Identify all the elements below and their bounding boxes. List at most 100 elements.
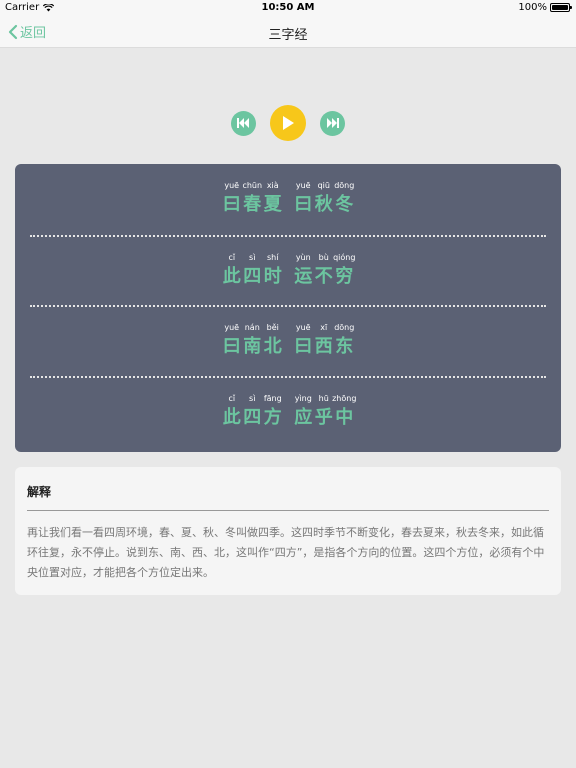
explanation-text: 再让我们看一看四周环境，春、夏、秋、冬叫做四季。这四时季节不断变化，春去夏来，秋… <box>27 526 545 579</box>
phrase-gap <box>283 322 293 360</box>
character: hū 乎 <box>314 393 335 431</box>
hanzi: 冬 <box>335 194 354 216</box>
pinyin: nán <box>244 323 260 333</box>
poem-line: cǐ 此 sì 四 fāng 方 yìng 应 hū 乎 zhōng 中 <box>30 375 546 447</box>
hanzi: 乎 <box>314 406 333 428</box>
hanzi: 秋 <box>314 194 333 216</box>
pinyin: xī <box>320 323 328 333</box>
pinyin: yuē <box>224 323 240 333</box>
previous-button[interactable] <box>231 110 256 136</box>
pinyin: běi <box>266 323 279 333</box>
play-icon <box>283 116 294 130</box>
explanation-title: 解释 <box>27 483 549 511</box>
hanzi: 四 <box>243 406 262 428</box>
pinyin: zhōng <box>332 393 357 403</box>
pinyin: sì <box>249 393 256 403</box>
pinyin: dōng <box>334 181 355 191</box>
phrase-gap <box>283 252 293 290</box>
hanzi: 此 <box>222 406 241 428</box>
hanzi: 此 <box>222 265 241 287</box>
character: yuē 曰 <box>293 322 314 360</box>
character: běi 北 <box>263 322 284 360</box>
character: chūn 春 <box>242 180 263 218</box>
pinyin: qióng <box>333 252 356 262</box>
character: yuē 曰 <box>222 180 243 218</box>
explanation-card: 解释 再让我们看一看四周环境，春、夏、秋、冬叫做四季。这四时季节不断变化，春去夏… <box>15 467 561 595</box>
pinyin: sì <box>249 252 256 262</box>
hanzi: 曰 <box>222 336 241 358</box>
pinyin: qiū <box>317 181 330 191</box>
next-button[interactable] <box>320 110 345 136</box>
hanzi: 南 <box>243 336 262 358</box>
hanzi: 不 <box>314 265 333 287</box>
hanzi: 西 <box>314 336 333 358</box>
hanzi: 曰 <box>294 194 313 216</box>
hanzi: 四 <box>243 265 262 287</box>
pinyin: yùn <box>295 252 311 262</box>
character: fāng 方 <box>263 393 284 431</box>
character: xià 夏 <box>263 180 284 218</box>
battery-icon <box>550 3 572 12</box>
battery-percent: 100% <box>518 2 547 13</box>
rewind-icon <box>237 118 249 128</box>
character: nán 南 <box>242 322 263 360</box>
status-bar: Carrier 10:50 AM 100% <box>0 0 576 16</box>
pinyin: fāng <box>263 393 282 403</box>
fast-forward-icon <box>327 118 339 128</box>
hanzi: 运 <box>294 265 313 287</box>
hanzi: 中 <box>335 406 354 428</box>
poem-line-chars: cǐ 此 sì 四 fāng 方 yìng 应 hū 乎 zhōng 中 <box>222 393 357 431</box>
hanzi: 时 <box>263 265 282 287</box>
character: yìng 应 <box>293 393 314 431</box>
pinyin: dōng <box>334 323 355 333</box>
status-time: 10:50 AM <box>261 2 315 13</box>
character: xī 西 <box>314 322 335 360</box>
pinyin: shí <box>267 252 279 262</box>
poem-line: yuē 曰 chūn 春 xià 夏 yuē 曰 qiū 秋 dōng 冬 <box>30 164 546 235</box>
hanzi: 曰 <box>222 194 241 216</box>
hanzi: 曰 <box>294 336 313 358</box>
play-button[interactable] <box>270 105 306 141</box>
pinyin: yuē <box>295 323 311 333</box>
hanzi: 春 <box>243 194 262 216</box>
character: yùn 运 <box>293 252 314 290</box>
pinyin: bù <box>318 252 329 262</box>
pinyin: yuē <box>224 181 240 191</box>
character: yuē 曰 <box>293 180 314 218</box>
character: cǐ 此 <box>222 252 243 290</box>
hanzi: 方 <box>263 406 282 428</box>
character: bù 不 <box>314 252 335 290</box>
pinyin: yìng <box>294 393 312 403</box>
character: zhōng 中 <box>332 393 357 431</box>
page-title: 三字经 <box>268 28 308 43</box>
character: yuē 曰 <box>222 322 243 360</box>
battery-group: 100% <box>518 2 572 13</box>
playback-controls <box>0 105 576 141</box>
character: cǐ 此 <box>222 393 243 431</box>
poem-panel: yuē 曰 chūn 春 xià 夏 yuē 曰 qiū 秋 dōng 冬 cǐ 此 sì 四 shí 时 yùn 运… <box>15 164 561 452</box>
character: dōng 东 <box>334 322 355 360</box>
navigation-bar: 返回 三字经 <box>0 16 576 48</box>
hanzi: 穷 <box>335 265 354 287</box>
character: qiū 秋 <box>314 180 335 218</box>
hanzi: 夏 <box>263 194 282 216</box>
character: shí 时 <box>263 252 284 290</box>
poem-line: yuē 曰 nán 南 běi 北 yuē 曰 xī 西 dōng 东 <box>30 305 546 376</box>
poem-line-chars: yuē 曰 nán 南 běi 北 yuē 曰 xī 西 dōng 东 <box>222 322 355 360</box>
poem-line-chars: yuē 曰 chūn 春 xià 夏 yuē 曰 qiū 秋 dōng 冬 <box>222 180 355 218</box>
character: sì 四 <box>242 252 263 290</box>
pinyin: cǐ <box>228 252 236 262</box>
poem-line-chars: cǐ 此 sì 四 shí 时 yùn 运 bù 不 qióng 穷 <box>222 252 356 290</box>
character: sì 四 <box>242 393 263 431</box>
pinyin: yuē <box>295 181 311 191</box>
poem-line: cǐ 此 sì 四 shí 时 yùn 运 bù 不 qióng 穷 <box>30 234 546 306</box>
pinyin: chūn <box>242 181 263 191</box>
character: dōng 冬 <box>334 180 355 218</box>
pinyin: cǐ <box>228 393 236 403</box>
phrase-gap <box>283 393 293 431</box>
hanzi: 东 <box>335 336 354 358</box>
pinyin: hū <box>318 393 329 403</box>
hanzi: 北 <box>263 336 282 358</box>
phrase-gap <box>283 180 293 218</box>
pinyin: xià <box>266 181 279 191</box>
